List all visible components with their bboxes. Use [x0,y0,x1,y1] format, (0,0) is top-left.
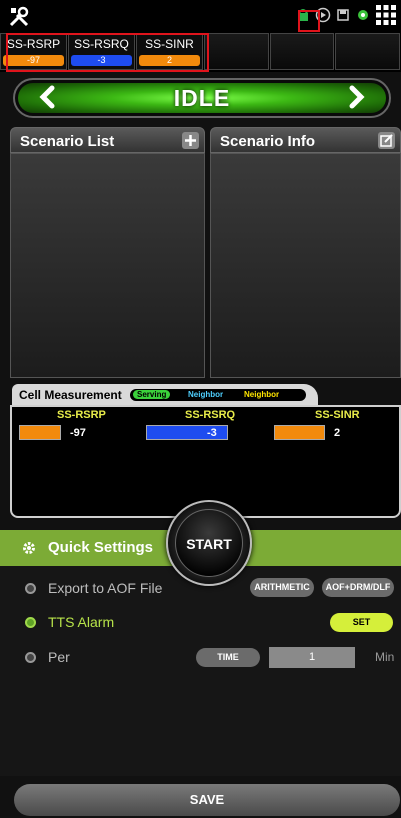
chevron-right-icon[interactable] [343,84,369,110]
per-value-field[interactable]: 1 [269,647,355,668]
metric-cell-empty[interactable] [335,33,401,70]
legend-neighbor: Neighbor [244,390,280,399]
edit-icon [380,134,393,147]
cm-value: -97 [70,427,86,439]
status-text: IDLE [173,85,231,111]
status-banner: IDLE [13,78,391,118]
legend: Serving Neighbor Neighbor [130,389,306,401]
start-button[interactable]: START [166,500,252,586]
quick-settings-title: Quick Settings [48,539,154,556]
export-radio[interactable] [25,583,36,594]
start-button-inner: START [175,509,243,577]
grid-menu-icon[interactable] [375,4,397,26]
set-button[interactable]: SET [330,613,393,632]
cm-column-header: SS-SINR [315,409,360,421]
cm-bar-sinr [274,425,325,440]
tools-icon[interactable] [8,6,30,28]
tts-radio[interactable] [25,617,36,628]
legend-neighbor: Neighbor [188,390,224,399]
cm-value: -3 [207,427,217,439]
add-scenario-button[interactable] [182,132,199,149]
unit-label: Min [375,650,395,664]
arithmetic-button[interactable]: ARITHMETIC [250,578,314,597]
cm-column-header: SS-RSRP [57,409,106,421]
gps-icon[interactable] [355,7,371,23]
metrics-highlight [6,33,209,72]
plus-icon [185,135,196,146]
quick-settings-area: Export to AOF File ARITHMETIC AOF+DRM/DL… [0,566,401,776]
scenario-list-panel[interactable] [10,153,205,378]
scenario-list-header: Scenario List [10,127,205,153]
cell-measurement-title: Cell Measurement [19,388,122,402]
export-label: Export to AOF File [48,580,163,596]
save-disk-icon[interactable] [335,7,351,23]
top-bar [0,0,401,33]
cm-value: 2 [334,427,341,439]
save-button[interactable]: SAVE [14,784,400,816]
per-radio[interactable] [25,652,36,663]
metric-cell-empty[interactable] [204,33,269,70]
cell-measurement-tab[interactable]: Cell Measurement Serving Neighbor Neighb… [12,384,318,405]
cm-column-header: SS-RSRQ [185,409,236,421]
scenario-info-panel[interactable] [210,153,401,378]
cm-bar-rsrp [19,425,61,440]
gear-icon [23,542,35,554]
metric-cell-empty[interactable] [269,33,335,70]
edit-scenario-button[interactable] [378,132,395,149]
start-label: START [186,536,232,552]
legend-serving: Serving [133,390,171,399]
scenario-info-title: Scenario Info [220,133,316,150]
tts-label: TTS Alarm [48,614,115,630]
network-icon-highlight [298,10,320,32]
aof-drm-dlf-button[interactable]: AOF+DRM/DLF [322,578,394,597]
scenario-list-title: Scenario List [20,133,115,150]
per-label: Per [48,649,70,665]
scenario-info-header: Scenario Info [210,127,401,153]
time-button[interactable]: TIME [196,648,260,667]
